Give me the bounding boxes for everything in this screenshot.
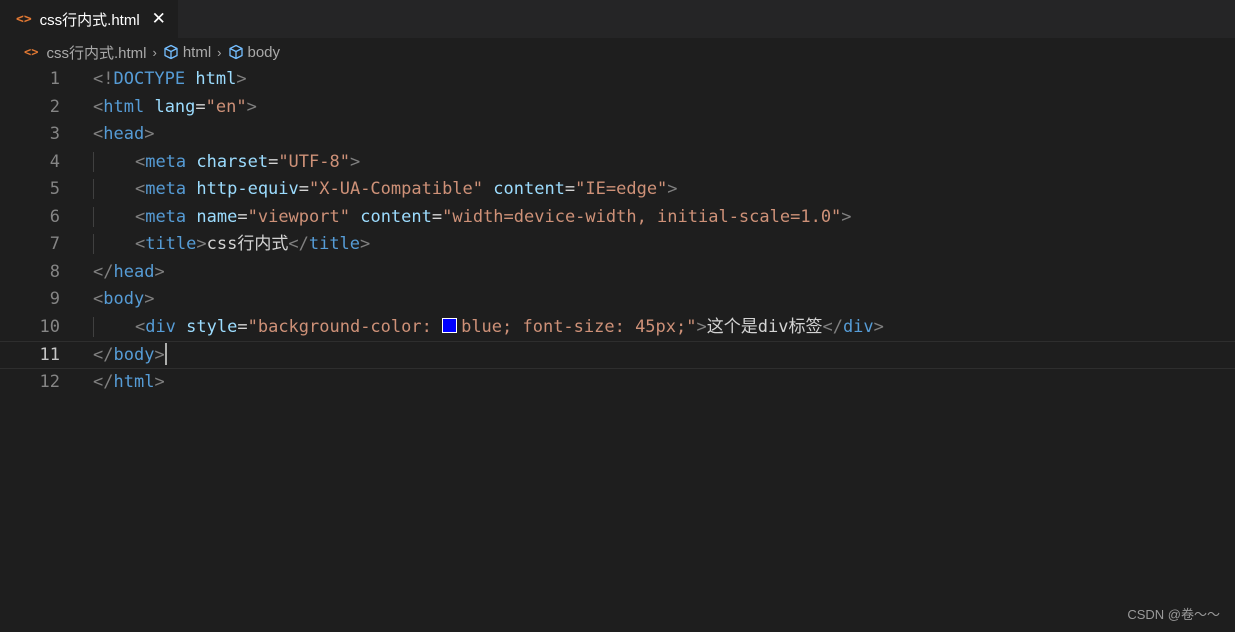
watermark: CSDN @卷～～ xyxy=(1127,607,1220,622)
chevron-right-icon: › xyxy=(152,44,157,60)
line-number: 3 xyxy=(49,124,60,144)
line-number: 10 xyxy=(39,316,60,337)
line-number: 6 xyxy=(49,206,60,227)
code-text: <meta http-equiv="X-UA-Compatible" conte… xyxy=(93,176,678,204)
code-line[interactable]: 3 <head> xyxy=(0,121,1235,149)
chevron-right-icon: › xyxy=(217,44,222,60)
breadcrumb-html[interactable]: html xyxy=(163,44,211,61)
code-line[interactable]: 10 <div style="background-color: blue; f… xyxy=(0,314,1235,342)
code-text: <meta charset="UTF-8"> xyxy=(93,149,360,177)
tab-bar: <> css行内式.html ✕ xyxy=(0,0,1235,38)
line-number: 4 xyxy=(49,151,60,172)
tab-label: css行内式.html xyxy=(39,11,140,29)
code-line[interactable]: 12 </html> xyxy=(0,369,1235,397)
html-file-icon: <> xyxy=(24,45,39,59)
breadcrumb-html-label: html xyxy=(182,43,212,61)
code-text: <!DOCTYPE html> xyxy=(93,69,247,89)
code-editor: <> css行内式.html ✕ <> css行内式.html › html ›… xyxy=(0,0,1235,632)
code-text: <head> xyxy=(93,124,155,144)
code-text: <title>css行内式</title> xyxy=(93,231,370,259)
code-line[interactable]: 9 <body> xyxy=(0,286,1235,314)
code-text: <html lang="en"> xyxy=(93,96,257,117)
text-cursor xyxy=(164,343,167,365)
code-line[interactable]: 1 <!DOCTYPE html> xyxy=(0,66,1235,94)
code-text: </html> xyxy=(93,371,165,392)
code-text: <body> xyxy=(93,289,155,309)
code-line[interactable]: 5 <meta http-equiv="X-UA-Compatible" con… xyxy=(0,176,1235,204)
code-line[interactable]: 4 <meta charset="UTF-8"> xyxy=(0,149,1235,177)
breadcrumb-body[interactable]: body xyxy=(228,43,281,61)
line-number: 11 xyxy=(39,345,60,365)
line-number: 5 xyxy=(49,179,60,199)
code-line[interactable]: 11 </body> xyxy=(0,341,1235,369)
code-line[interactable]: 6 <meta name="viewport" content="width=d… xyxy=(0,204,1235,232)
code-text: <meta name="viewport" content="width=dev… xyxy=(93,204,852,232)
line-number: 1 xyxy=(49,69,60,89)
line-number: 9 xyxy=(49,289,60,309)
line-number: 7 xyxy=(49,234,60,254)
breadcrumb-body-label: body xyxy=(247,43,281,61)
html-file-icon: <> xyxy=(16,11,32,27)
code-text: </head> xyxy=(93,261,165,282)
line-number: 2 xyxy=(49,96,60,117)
code-line[interactable]: 2 <html lang="en"> xyxy=(0,94,1235,122)
code-text: <div style="background-color: blue; font… xyxy=(93,314,884,342)
line-number: 12 xyxy=(39,371,60,392)
code-area[interactable]: 1 <!DOCTYPE html> 2 <html lang="en"> 3 <head>… xyxy=(0,66,1235,396)
code-line[interactable]: 7 <title>css行内式</title> xyxy=(0,231,1235,259)
code-text: </body> xyxy=(93,343,167,365)
breadcrumb: <> css行内式.html › html › body xyxy=(24,40,280,64)
tab-css-inline-html[interactable]: <> css行内式.html ✕ xyxy=(0,0,178,38)
code-line[interactable]: 8 </head> xyxy=(0,259,1235,287)
color-swatch[interactable] xyxy=(442,317,458,333)
breadcrumb-file[interactable]: <> css行内式.html xyxy=(24,42,146,63)
symbol-element-icon xyxy=(164,44,178,60)
line-number: 8 xyxy=(49,261,60,282)
symbol-element-icon xyxy=(228,44,243,60)
breadcrumb-file-label: css行内式.html xyxy=(46,44,147,62)
close-icon[interactable]: ✕ xyxy=(152,10,166,28)
